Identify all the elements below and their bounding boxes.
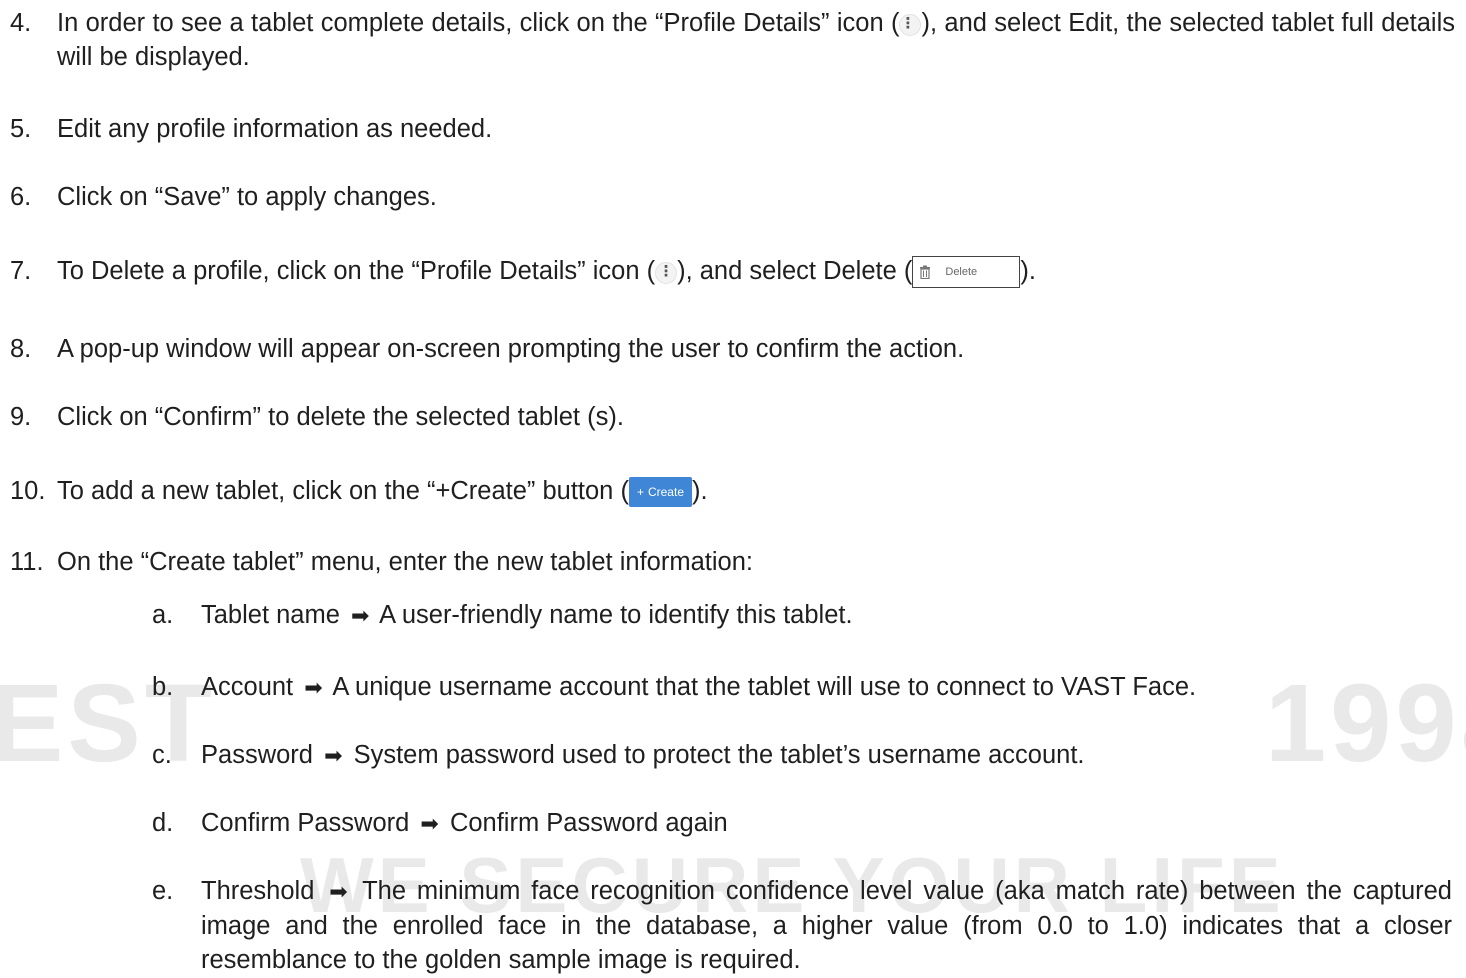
substep-text: Account ➡ A unique username account that… — [201, 670, 1452, 705]
substep-term: Password — [201, 741, 313, 769]
step-text: On the “Create tablet” menu, enter the n… — [57, 548, 753, 576]
step-text: Edit any profile information as needed. — [57, 115, 493, 143]
arrow-icon: ➡ — [304, 675, 323, 700]
vertical-dots-icon: ⋮ — [655, 262, 678, 284]
step-number: 11. — [10, 548, 44, 576]
step-number: 10. — [10, 477, 46, 505]
substep-desc: The minimum face recognition confidence … — [201, 877, 1452, 974]
substep-text: Password ➡ System password used to prote… — [201, 738, 1452, 773]
substep-term: Confirm Password — [201, 809, 410, 837]
plus-icon: + — [636, 485, 644, 500]
substep-term: Threshold — [201, 877, 315, 905]
substep-desc: Confirm Password again — [449, 809, 728, 837]
arrow-icon: ➡ — [351, 603, 370, 628]
substep-letter: a. — [152, 601, 174, 629]
substep-term: Tablet name — [201, 601, 340, 629]
step-number: 8. — [10, 335, 32, 363]
substep-letter: c. — [152, 741, 172, 769]
vertical-dots-icon: ⋮ — [899, 14, 922, 36]
delete-button-label: Delete — [945, 266, 978, 279]
step-number: 9. — [10, 403, 32, 431]
step-number: 4. — [10, 9, 32, 37]
step-text: A pop-up window will appear on-screen pr… — [57, 335, 965, 363]
step-number: 5. — [10, 115, 32, 143]
substep-term: Account — [201, 673, 294, 701]
step-text: To Delete a profile, click on the “Profi… — [57, 254, 1455, 289]
arrow-icon: ➡ — [329, 879, 348, 904]
substep-desc: A user-friendly name to identify this ta… — [379, 601, 853, 629]
substep-letter: e. — [152, 877, 174, 905]
create-button-label: Create — [647, 485, 684, 500]
step-text: To add a new tablet, click on the “+Crea… — [57, 474, 1455, 508]
substep-text: Confirm Password ➡ Confirm Password agai… — [201, 806, 1452, 841]
substep-letter: d. — [152, 809, 174, 837]
substep-desc: A unique username account that the table… — [332, 673, 1197, 701]
trash-icon — [920, 265, 931, 280]
step-number: 6. — [10, 183, 32, 211]
step-number: 7. — [10, 257, 32, 285]
step-text: Click on “Save” to apply changes. — [57, 183, 437, 211]
step-text: In order to see a tablet complete detail… — [57, 9, 1455, 71]
substep-text: Threshold ➡ The minimum face recognition… — [201, 874, 1452, 977]
substep-desc: System password used to protect the tabl… — [353, 741, 1085, 769]
arrow-icon: ➡ — [420, 811, 439, 836]
substep-text: Tablet name ➡ A user-friendly name to id… — [201, 598, 1452, 633]
create-button-image: + Create — [628, 477, 692, 508]
step-text: Click on “Confirm” to delete the selecte… — [57, 403, 624, 431]
arrow-icon: ➡ — [324, 743, 343, 768]
substep-letter: b. — [152, 673, 174, 701]
delete-button-image: Delete — [912, 256, 1021, 289]
watermark-est: EST — [0, 662, 216, 785]
